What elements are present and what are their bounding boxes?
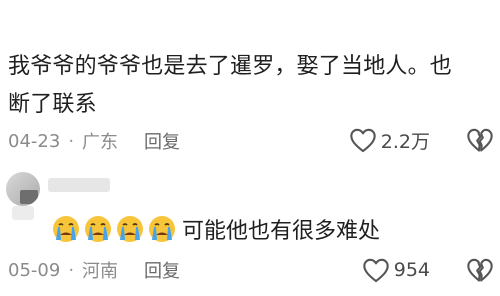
crying-face-icon <box>85 216 111 242</box>
meta-separator: · <box>68 259 75 281</box>
comment-2-reply-button[interactable]: 回复 <box>144 257 180 283</box>
comment-2-meta: 05-09 · 河南 回复 <box>8 256 180 284</box>
comment-1-dislike-button[interactable] <box>466 127 494 153</box>
comment-2-like-button[interactable]: 954 <box>362 257 430 283</box>
comment-1-reply-button[interactable]: 回复 <box>144 128 180 154</box>
heart-icon <box>363 258 389 283</box>
comment-1-text: 我爷爷的爷爷也是去了暹罗，娶了当地人。也 断了联系 <box>8 48 494 124</box>
comment-2-actions: 954 <box>362 254 494 286</box>
emoji-row <box>52 215 180 243</box>
avatar-image <box>20 190 38 204</box>
comment-1-date: 04-23 <box>8 130 61 152</box>
comment-2-like-count: 954 <box>393 259 430 281</box>
comment-1-location: 广东 <box>82 132 119 153</box>
comment-2-text: 可能他也有很多难处 <box>52 210 380 248</box>
crying-face-icon <box>149 216 175 242</box>
username-blurred <box>48 178 110 192</box>
comment-1-line-1: 我爷爷的爷爷也是去了暹罗，娶了当地人。也 <box>8 54 453 79</box>
comment-1-line-2: 断了联系 <box>8 92 97 117</box>
broken-heart-icon <box>467 258 493 282</box>
comment-1-like-count: 2.2万 <box>380 130 430 153</box>
comment-2-location: 河南 <box>82 261 119 282</box>
avatar[interactable] <box>6 172 40 206</box>
meta-separator: · <box>68 130 75 152</box>
crying-face-icon <box>117 216 143 242</box>
comment-2-body: 可能他也有很多难处 <box>182 219 381 244</box>
comment-1-actions: 2.2万 <box>349 124 494 156</box>
comment-1-like-button[interactable]: 2.2万 <box>349 127 430 154</box>
crying-face-icon <box>53 216 79 242</box>
broken-heart-icon <box>467 128 493 152</box>
comment-2-dislike-button[interactable] <box>466 257 494 283</box>
heart-icon <box>350 128 376 153</box>
comment-2-date: 05-09 <box>8 259 61 281</box>
comment-1-meta: 04-23 · 广东 回复 <box>8 127 180 155</box>
avatar-blur-patch <box>12 206 34 220</box>
